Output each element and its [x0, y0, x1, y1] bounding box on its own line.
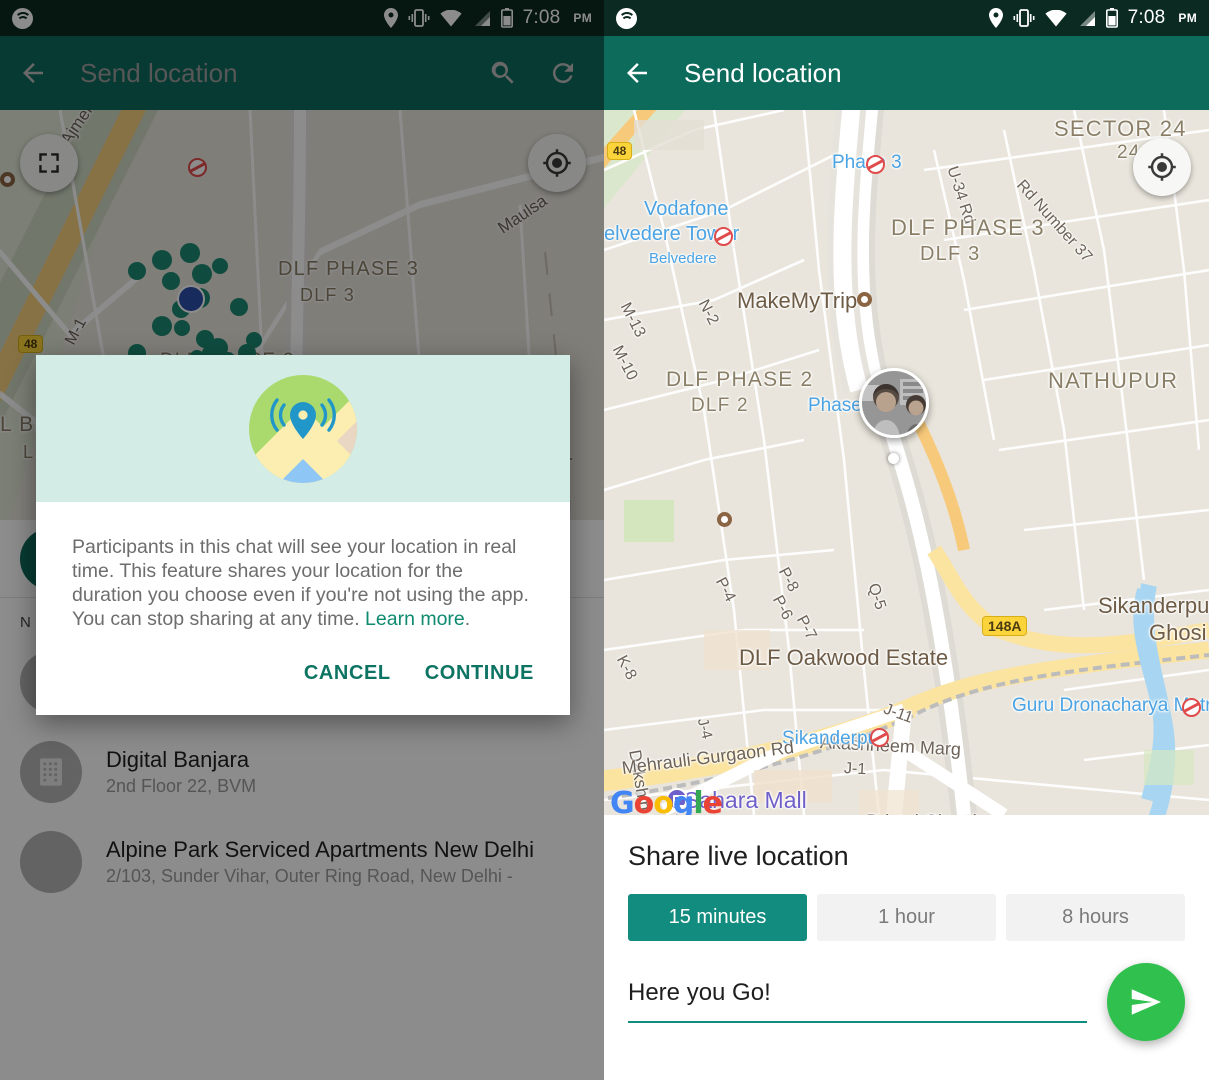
message-underline [628, 1020, 1087, 1023]
map-right-graphics [604, 110, 1209, 815]
dialog-message-end: . [464, 607, 471, 630]
message-input[interactable]: Here you Go! [628, 979, 1087, 1021]
metro-icon-belvedere [714, 227, 733, 246]
clock-time: 7:08 [1127, 7, 1166, 28]
back-arrow-icon[interactable] [622, 58, 652, 88]
google-logo-right: Google [610, 786, 723, 815]
metro-icon-dronacharya [1182, 698, 1201, 717]
status-bar-right: 7:08 PM [604, 0, 1209, 36]
dialog-body: Participants in this chat will see your … [36, 502, 570, 632]
dialog-hero [36, 355, 570, 502]
battery-icon [1105, 8, 1118, 28]
poi-dot-makemytrip [857, 292, 872, 307]
my-location-button-right[interactable] [1133, 138, 1191, 196]
continue-button[interactable]: CONTINUE [425, 662, 534, 685]
signal-icon [1079, 10, 1095, 26]
metro-icon-sikanderpur [870, 728, 889, 747]
dual-screenshot: 7:08 PM Send location 48 M-1 DLF PHASE 3… [0, 0, 1209, 1080]
right-panel: 7:08 PM Send location SECTOR 24 24 48 Ph… [604, 0, 1209, 1080]
page-title-right: Send location [684, 57, 842, 88]
sheet-title: Share live location [628, 841, 849, 871]
appbar-right: Send location [604, 36, 1209, 110]
duration-chip-group: 15 minutes 1 hour 8 hours [604, 872, 1209, 941]
vibrate-icon [1013, 9, 1035, 27]
map-right[interactable]: SECTOR 24 24 48 Phase 3 U-34 Rd Rd Number 37 V… [604, 110, 1209, 815]
map-label-148a: 148A [982, 616, 1028, 636]
share-live-location-sheet: Share live location 15 minutes 1 hour 8 ho… [604, 815, 1209, 1080]
dialog-actions: CANCEL CONTINUE [36, 632, 570, 715]
location-icon [988, 8, 1003, 28]
learn-more-link[interactable]: Learn more [365, 608, 465, 630]
avatar-anchor-dot [888, 453, 899, 464]
live-location-map-icon [249, 374, 357, 483]
user-avatar-marker[interactable] [859, 368, 929, 438]
my-location-icon [1148, 153, 1176, 181]
duration-chip-15-minutes[interactable]: 15 minutes [628, 894, 807, 941]
cancel-button[interactable]: CANCEL [304, 662, 391, 685]
poi-dot-oakwood [717, 512, 732, 527]
metro-icon-phase3 [866, 155, 885, 174]
message-input-wrapper[interactable]: Here you Go! [628, 979, 1087, 1023]
map-label-48: 48 [607, 142, 633, 160]
send-button[interactable] [1107, 963, 1185, 1041]
duration-chip-1-hour[interactable]: 1 hour [817, 894, 996, 941]
clock-ampm: PM [1178, 11, 1197, 25]
wifi-icon [1045, 9, 1067, 26]
spotify-icon [616, 7, 637, 29]
left-panel: 7:08 PM Send location 48 M-1 DLF PHASE 3… [0, 0, 604, 1080]
send-icon [1131, 989, 1161, 1015]
live-location-dialog: Participants in this chat will see your … [36, 355, 570, 715]
dialog-message: Participants in this chat will see your … [72, 536, 534, 632]
message-row: Here you Go! [604, 941, 1209, 1041]
duration-chip-8-hours[interactable]: 8 hours [1006, 894, 1185, 941]
